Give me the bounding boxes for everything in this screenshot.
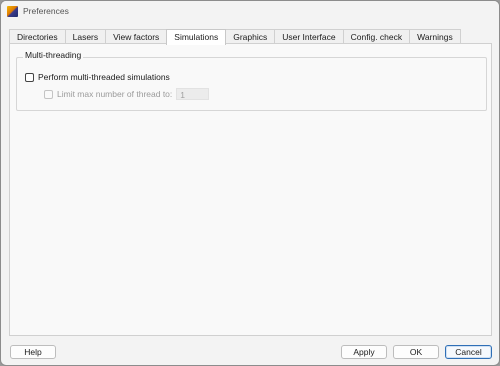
ok-button[interactable]: OK xyxy=(393,345,439,359)
tab-directories[interactable]: Directories xyxy=(9,29,66,44)
max-threads-input[interactable]: 1 xyxy=(176,88,210,100)
perform-multithreaded-checkbox[interactable] xyxy=(25,72,34,82)
window-title: Preferences xyxy=(23,6,69,16)
help-button[interactable]: Help xyxy=(10,345,56,359)
limit-threads-label: Limit max number of thread to: xyxy=(57,89,173,99)
tab-warnings[interactable]: Warnings xyxy=(409,29,461,44)
preferences-dialog: Preferences Directories Lasers View fact… xyxy=(0,0,500,366)
multithreading-group xyxy=(16,57,487,111)
tab-lasers[interactable]: Lasers xyxy=(64,29,107,44)
limit-threads-row[interactable]: Limit max number of thread to: 1 xyxy=(44,88,210,100)
tab-config-check[interactable]: Config. check xyxy=(342,29,411,44)
multithreading-group-title: Multi-threading xyxy=(23,50,84,60)
title-bar: Preferences xyxy=(1,1,499,23)
limit-threads-checkbox[interactable] xyxy=(44,89,53,99)
tab-view-factors[interactable]: View factors xyxy=(105,29,168,44)
perform-multithreaded-row[interactable]: Perform multi-threaded simulations xyxy=(25,72,170,82)
simulations-panel: Multi-threading Perform multi-threaded s… xyxy=(9,43,492,336)
perform-multithreaded-label: Perform multi-threaded simulations xyxy=(38,72,170,82)
apply-button[interactable]: Apply xyxy=(341,345,387,359)
tab-bar: Directories Lasers View factors Simulati… xyxy=(9,29,461,45)
app-logo-icon xyxy=(7,6,18,17)
tab-user-interface[interactable]: User Interface xyxy=(274,29,344,44)
cancel-button[interactable]: Cancel xyxy=(445,345,492,359)
tab-graphics[interactable]: Graphics xyxy=(225,29,276,44)
tab-simulations[interactable]: Simulations xyxy=(166,29,227,45)
